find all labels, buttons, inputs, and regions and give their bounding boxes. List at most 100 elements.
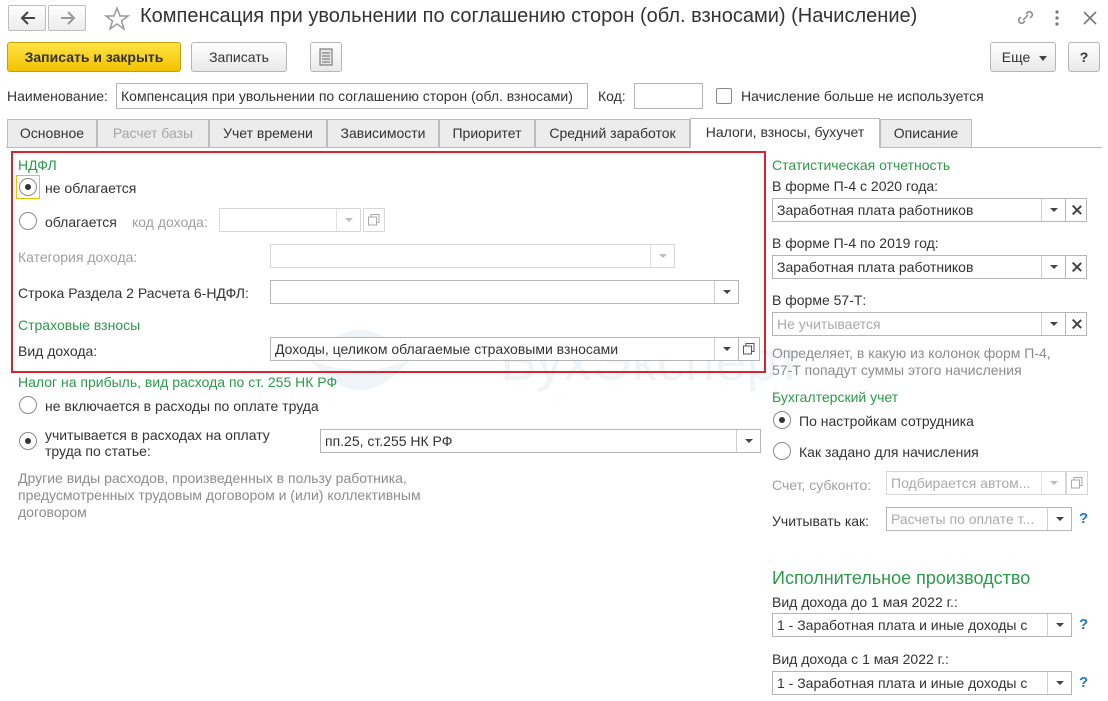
stat-note-line1: Определяет, в какую из колонок форм П-4, [772, 345, 1051, 361]
tab-description[interactable]: Описание [880, 119, 972, 147]
tab-time-tracking[interactable]: Учет времени [209, 119, 327, 147]
help-button[interactable]: ? [1068, 42, 1100, 72]
stat-note-line2: 57-Т попадут суммы этого начисления [772, 362, 1022, 378]
income-code-open-button [363, 208, 385, 232]
ndfl-taxed-radio[interactable] [19, 212, 37, 230]
row6-label: Строка Раздела 2 Расчета 6-НДФЛ: [18, 285, 249, 301]
income-code-label: код дохода: [132, 214, 208, 230]
account-open-button [1066, 471, 1088, 495]
arrow-right-icon [61, 11, 76, 25]
insurance-section-title: Страховые взносы [18, 317, 141, 333]
article-select[interactable]: пп.25, ст.255 НК РФ [320, 429, 761, 453]
acc-by-accrual-label: Как задано для начисления [799, 444, 979, 460]
not-included-label: не включается в расходы по оплате труда [45, 398, 319, 414]
dropdown-arrow-icon [1041, 256, 1065, 278]
forward-button[interactable] [48, 5, 86, 31]
star-icon[interactable] [104, 6, 130, 32]
name-input[interactable]: Компенсация при увольнении по соглашению… [116, 83, 588, 109]
back-button[interactable] [8, 5, 46, 31]
income-category-select [270, 244, 675, 268]
chevron-down-icon [1039, 56, 1047, 61]
included-radio[interactable] [19, 432, 37, 450]
open-icon [743, 343, 755, 355]
p4-2020-label: В форме П-4 с 2020 года: [772, 178, 939, 194]
stat-section-title: Статистическая отчетность [772, 157, 951, 173]
link-icon[interactable] [1015, 8, 1037, 28]
account-label: Счет, субконто: [772, 477, 872, 493]
account-select: Подбирается автом... [886, 471, 1066, 495]
ndfl-section-title: НДФЛ [18, 157, 57, 173]
open-icon [1071, 477, 1083, 489]
dropdown-arrow-icon [736, 430, 760, 452]
dropdown-arrow-icon [714, 281, 738, 303]
dropdown-arrow-icon [1047, 508, 1071, 530]
enf-after-label: Вид дохода с 1 мая 2022 г.: [772, 651, 949, 667]
acc-by-accrual-radio[interactable] [773, 442, 791, 460]
report-button[interactable] [310, 42, 342, 72]
dropdown-arrow-icon [1047, 672, 1071, 694]
ndfl-not-taxed-label: не облагается [45, 180, 137, 196]
reflect-help-icon[interactable]: ? [1079, 510, 1088, 527]
f57-label: В форме 57-Т: [772, 292, 867, 308]
dropdown-arrow-icon [1047, 614, 1071, 636]
income-code-select [219, 208, 361, 232]
reflect-select[interactable]: Расчеты по оплате т... [886, 507, 1072, 531]
acc-by-employee-radio[interactable] [773, 411, 791, 429]
dropdown-arrow-icon [1041, 472, 1065, 494]
clear-p4-2020-button[interactable] [1065, 198, 1087, 222]
tab-average-earnings[interactable]: Средний заработок [535, 119, 690, 147]
tab-taxes[interactable]: Налоги, взносы, бухучет [690, 118, 880, 148]
dropdown-arrow-icon [336, 209, 360, 231]
dropdown-arrow-icon [714, 338, 738, 360]
enforcement-section-title: Исполнительное производство [772, 568, 1031, 588]
document-list-icon [319, 48, 333, 66]
included-label-line1: учитывается в расходах на оплату [45, 427, 270, 443]
enf-after-help-icon[interactable]: ? [1079, 674, 1088, 691]
enf-after-select[interactable]: 1 - Заработная плата и иные доходы с [772, 671, 1072, 695]
more-button-label: Еще [1001, 49, 1031, 65]
accounting-section-title: Бухгалтерский учет [772, 389, 899, 405]
clear-f57-button[interactable] [1065, 312, 1087, 336]
not-included-radio[interactable] [19, 396, 37, 414]
tab-main[interactable]: Основное [7, 119, 97, 147]
more-vertical-icon[interactable] [1050, 8, 1064, 28]
row6-select[interactable] [270, 280, 739, 304]
ndfl-taxed-label: облагается [45, 214, 117, 230]
income-type-select[interactable]: Доходы, целиком облагаемые страховыми вз… [270, 337, 739, 361]
clear-p4-2019-button[interactable] [1065, 255, 1087, 279]
p4-2019-label: В форме П-4 по 2019 год: [772, 235, 939, 251]
p4-2020-select[interactable]: Заработная плата работников [772, 198, 1066, 222]
save-button[interactable]: Записать [191, 42, 287, 72]
unused-label: Начисление больше не используется [741, 88, 984, 104]
code-label: Код: [598, 88, 626, 104]
included-label-line2: труда по статье: [45, 443, 151, 459]
save-and-close-button[interactable]: Записать и закрыть [7, 42, 181, 72]
dropdown-arrow-icon [650, 245, 674, 267]
window-title: Компенсация при увольнении по соглашению… [140, 5, 918, 27]
dropdown-arrow-icon [1041, 199, 1065, 221]
p4-2019-select[interactable]: Заработная плата работников [772, 255, 1066, 279]
income-type-open-button[interactable] [738, 337, 760, 361]
close-icon[interactable] [1080, 8, 1100, 28]
tab-priority[interactable]: Приоритет [439, 119, 535, 147]
name-label: Наименование: [7, 88, 108, 104]
open-icon [368, 214, 380, 226]
f57-select[interactable]: Не учитывается [772, 312, 1066, 336]
enf-before-select[interactable]: 1 - Заработная плата и иные доходы с [772, 613, 1072, 637]
income-type-label: Вид дохода: [18, 343, 98, 359]
note-line3: договором [18, 504, 87, 520]
arrow-left-icon [20, 11, 35, 25]
acc-by-employee-label: По настройкам сотрудника [799, 413, 974, 429]
unused-checkbox[interactable] [716, 88, 732, 104]
profit-tax-section-title: Налог на прибыль, вид расхода по ст. 255… [18, 374, 338, 390]
note-line2: предусмотренных трудовым договором и (ил… [18, 487, 421, 503]
tab-base-calc[interactable]: Расчет базы [97, 119, 209, 147]
reflect-label: Учитывать как: [772, 513, 870, 529]
code-input[interactable] [634, 83, 703, 109]
enf-before-help-icon[interactable]: ? [1079, 616, 1088, 633]
tab-divider [6, 147, 1102, 148]
ndfl-not-taxed-radio[interactable] [19, 178, 37, 196]
income-category-label: Категория дохода: [18, 249, 138, 265]
tab-dependencies[interactable]: Зависимости [327, 119, 439, 147]
more-button[interactable]: Еще [990, 42, 1056, 72]
